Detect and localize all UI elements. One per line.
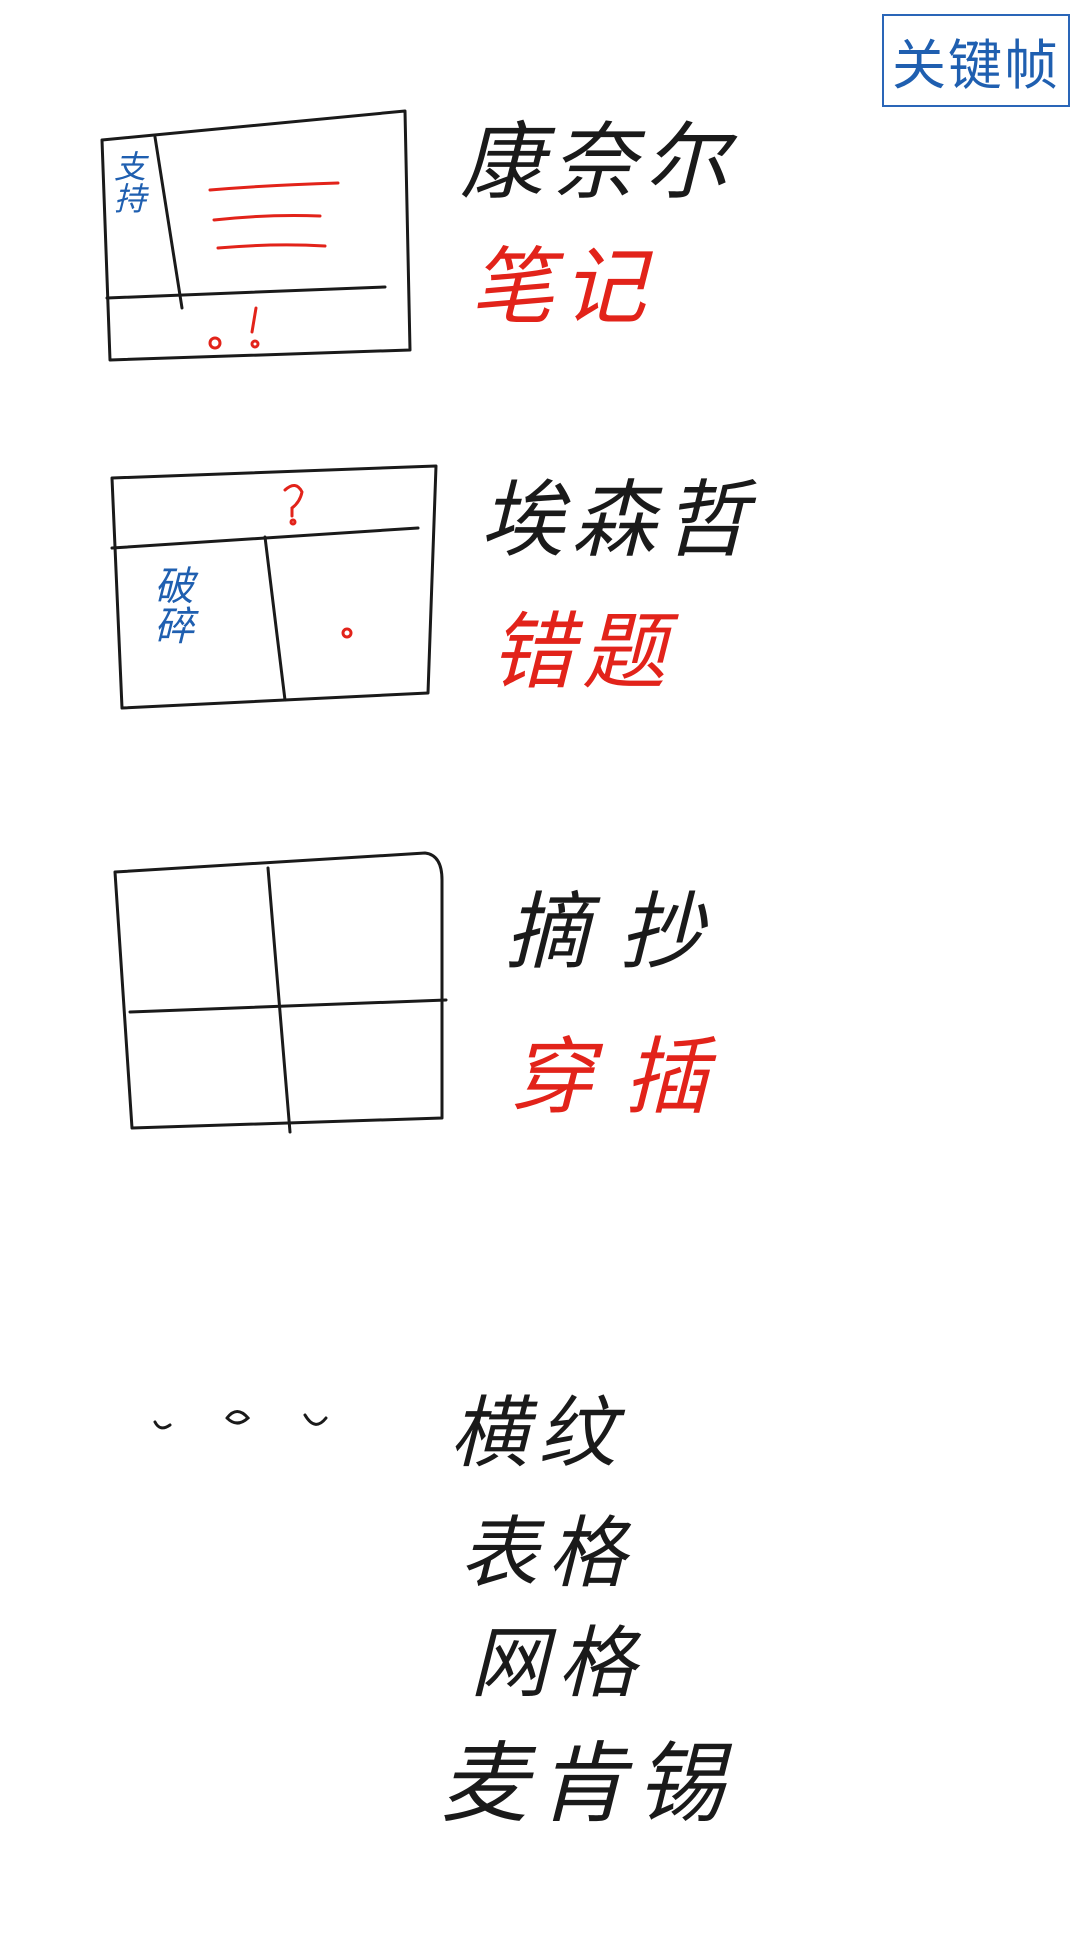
cornell-name: 康奈尔 — [460, 113, 737, 211]
excerpt-sketch — [113, 851, 448, 1134]
accenture-cell-label: 破碎 — [147, 565, 193, 645]
cornell-method: 笔记 — [470, 238, 655, 336]
more-item-3: 网格 — [470, 1619, 647, 1709]
excerpt-name: 摘抄 — [505, 883, 734, 981]
whiteboard-canvas: 关键帧 支持 康奈尔 笔记 破碎 埃森哲 错题 摘抄 穿插 横纹 表格 网格 麦… — [0, 0, 1080, 1935]
cornell-sidebar-label: 支持 — [109, 150, 147, 214]
cornell-sketch — [100, 109, 412, 362]
more-item-1: 横纹 — [450, 1389, 627, 1479]
more-item-4: 麦肯锡 — [440, 1732, 735, 1835]
ellipsis-dots — [153, 1410, 328, 1430]
excerpt-method: 穿插 — [510, 1028, 739, 1126]
accenture-name: 埃森哲 — [480, 471, 757, 569]
accenture-marks — [283, 484, 353, 639]
more-item-2: 表格 — [460, 1509, 637, 1599]
accenture-method: 错题 — [490, 603, 675, 701]
cornell-notes-lines — [208, 181, 340, 350]
